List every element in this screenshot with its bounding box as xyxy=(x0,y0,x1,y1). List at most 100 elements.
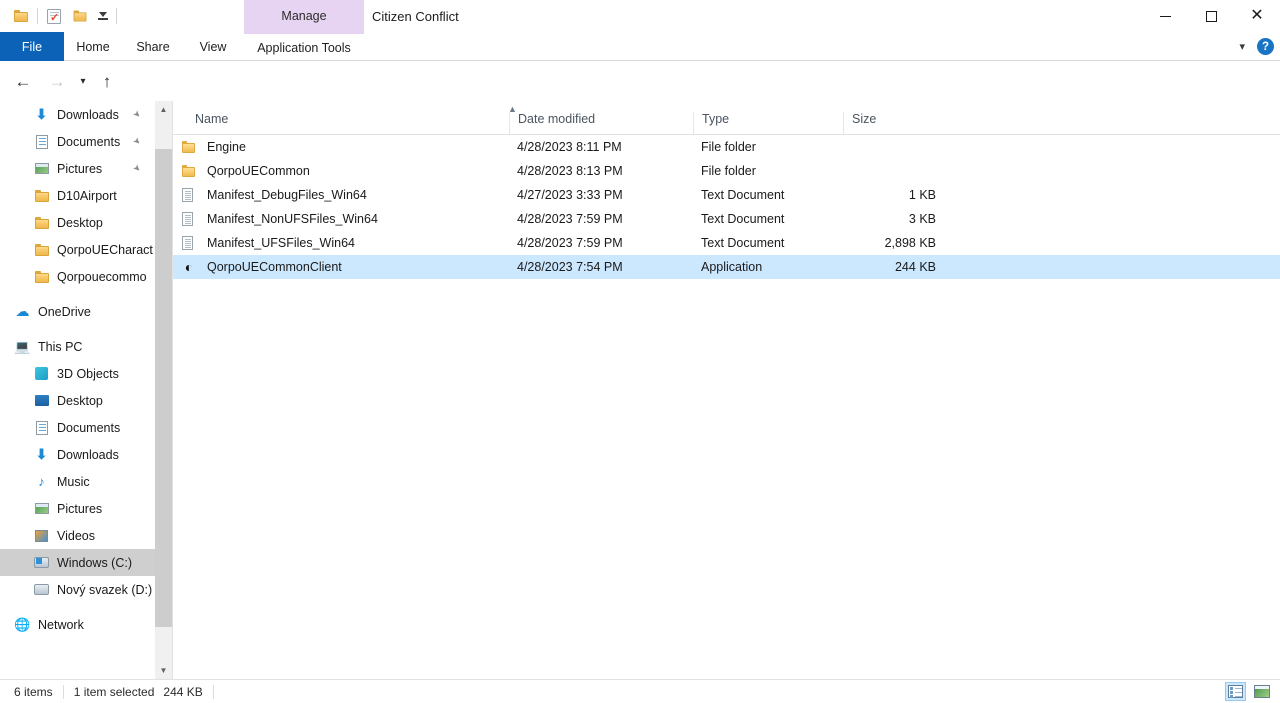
table-row[interactable]: Manifest_NonUFSFiles_Win64 4/28/2023 7:59… xyxy=(173,207,1280,231)
chevron-down-icon[interactable]: ▾ xyxy=(1233,40,1251,53)
maximize-button[interactable] xyxy=(1188,0,1234,32)
music-icon: ♪ xyxy=(38,474,45,489)
nav-group-spacer xyxy=(0,603,155,611)
sidebar-item-label: Network xyxy=(38,617,84,632)
close-button[interactable]: ✕ xyxy=(1234,0,1280,32)
customize-toolbar-dropdown-icon[interactable] xyxy=(93,3,113,29)
properties-icon[interactable]: ✓ xyxy=(41,3,67,29)
sidebar-item-downloads[interactable]: ⬇ Downloads ➤ xyxy=(0,101,155,128)
folder-icon xyxy=(182,165,200,177)
column-header-name[interactable]: Name xyxy=(173,112,509,134)
table-row[interactable]: Engine 4/28/2023 8:11 PM File folder xyxy=(173,135,1280,159)
sidebar-item-label: Music xyxy=(57,474,90,489)
folder-icon xyxy=(33,241,50,258)
cell-type: Text Document xyxy=(701,188,785,202)
videos-icon xyxy=(33,527,50,544)
scroll-up-icon[interactable]: ▲ xyxy=(155,101,172,118)
folder-icon xyxy=(33,187,50,204)
sidebar-item-videos[interactable]: Videos xyxy=(0,522,155,549)
file-name-label: QorpoUECommonClient xyxy=(207,260,342,274)
sidebar-item-pictures[interactable]: Pictures xyxy=(0,495,155,522)
sidebar-item-music[interactable]: ♪ Music xyxy=(0,468,155,495)
cell-type: Text Document xyxy=(701,236,785,250)
desktop-icon xyxy=(33,392,50,409)
cell-date-modified: 4/28/2023 8:13 PM xyxy=(517,164,623,178)
tab-home[interactable]: Home xyxy=(64,32,122,61)
tab-application-tools[interactable]: Application Tools xyxy=(244,32,364,61)
sidebar-item-qorpouecharact[interactable]: QorpoUECharact xyxy=(0,236,155,263)
sidebar-item-windows-c[interactable]: Windows (C:) xyxy=(0,549,155,576)
recent-locations-button[interactable]: ▾ xyxy=(72,67,94,96)
navigation-pane[interactable]: ⬇ Downloads ➤ Documents ➤ Pictures ➤ D10Airport… xyxy=(0,101,155,679)
minimize-button[interactable] xyxy=(1142,0,1188,32)
up-button[interactable]: ↑ xyxy=(92,67,122,96)
pin-icon[interactable]: ➤ xyxy=(131,162,143,175)
documents-icon xyxy=(33,419,50,436)
details-view-button[interactable] xyxy=(1225,682,1246,701)
cell-name: Manifest_NonUFSFiles_Win64 xyxy=(173,212,509,226)
sidebar-item-documents[interactable]: Documents ➤ xyxy=(0,128,155,155)
tab-file[interactable]: File xyxy=(0,32,64,61)
tab-view[interactable]: View xyxy=(184,32,242,61)
sidebar-item-label: Pictures xyxy=(57,161,103,176)
maximize-icon xyxy=(1205,10,1217,22)
table-row[interactable]: Manifest_UFSFiles_Win64 4/28/2023 7:59 PM… xyxy=(173,231,1280,255)
table-row[interactable]: QorpoUECommon 4/28/2023 8:13 PM File folde… xyxy=(173,159,1280,183)
toolbar-divider-2 xyxy=(116,8,117,24)
column-header-type[interactable]: Type xyxy=(693,112,843,134)
this-pc-icon: 💻 xyxy=(14,338,31,354)
file-list-pane: Name Date modified Type Size ▲ Engine 4/2… xyxy=(173,101,1280,679)
column-header-size[interactable]: Size xyxy=(843,112,942,134)
sidebar-item-nov-svazek-d[interactable]: Nový svazek (D:) xyxy=(0,576,155,603)
address-bar: ← → ▾ ↑ › This PC › Windows (C:) › cc › … xyxy=(0,62,1280,157)
sidebar-item-label: Pictures xyxy=(57,501,103,516)
sidebar-item-downloads[interactable]: ⬇ Downloads xyxy=(0,441,155,468)
file-explorer-window: ✓ Manage Citizen Conflict ✕ File Home Sh… xyxy=(0,0,1280,703)
help-icon[interactable]: ? xyxy=(1257,38,1274,55)
large-icons-view-button[interactable] xyxy=(1251,682,1272,701)
scroll-down-icon[interactable]: ▼ xyxy=(155,662,172,679)
status-divider-2 xyxy=(212,684,214,699)
network-icon: 🌐 xyxy=(14,616,31,632)
scrollbar-thumb[interactable] xyxy=(155,149,172,627)
sidebar-item-label: QorpoUECharact xyxy=(57,242,153,257)
sidebar-item-qorpouecommo[interactable]: Qorpouecommo xyxy=(0,263,155,290)
sidebar-item-label: Windows (C:) xyxy=(57,555,133,570)
sidebar-item-label: Documents xyxy=(57,420,121,435)
sidebar-item-d10airport[interactable]: D10Airport xyxy=(0,182,155,209)
cell-date-modified: 4/28/2023 7:59 PM xyxy=(517,236,623,250)
cell-name: Manifest_UFSFiles_Win64 xyxy=(173,236,509,250)
sidebar-item-label: Downloads xyxy=(57,107,119,122)
cell-size: 1 KB xyxy=(908,188,936,202)
sidebar-item-onedrive[interactable]: ☁ OneDrive xyxy=(0,298,155,325)
explorer-folder-icon[interactable] xyxy=(8,3,34,29)
folder-icon xyxy=(33,268,50,285)
downloads-icon: ⬇ xyxy=(35,446,48,462)
minimize-icon xyxy=(1159,15,1171,17)
sidebar-item-pictures[interactable]: Pictures ➤ xyxy=(0,155,155,182)
navigation-pane-scrollbar[interactable]: ▲ ▼ xyxy=(155,101,172,679)
back-button[interactable]: ← xyxy=(8,67,38,96)
pin-icon[interactable]: ➤ xyxy=(131,135,143,148)
text-file-icon xyxy=(182,212,200,226)
sidebar-item-label: This PC xyxy=(38,339,83,354)
sidebar-item-network[interactable]: 🌐 Network xyxy=(0,611,155,638)
new-folder-icon[interactable] xyxy=(67,3,93,29)
quick-access-toolbar: ✓ xyxy=(8,0,120,32)
table-row[interactable]: Manifest_DebugFiles_Win64 4/27/2023 3:33 … xyxy=(173,183,1280,207)
tab-share[interactable]: Share xyxy=(122,32,184,61)
column-header-date-modified[interactable]: Date modified xyxy=(509,112,693,134)
pin-icon[interactable]: ➤ xyxy=(131,108,143,121)
status-selection-count: 1 item selected xyxy=(73,684,155,699)
sidebar-item-3d-objects[interactable]: 3D Objects xyxy=(0,360,155,387)
forward-button[interactable]: → xyxy=(42,67,72,96)
close-icon: ✕ xyxy=(1250,7,1264,24)
sidebar-item-desktop[interactable]: Desktop xyxy=(0,209,155,236)
table-row[interactable]: ◐ QorpoUECommonClient 4/28/2023 7:54 PM App… xyxy=(173,255,1280,279)
sidebar-item-desktop[interactable]: Desktop xyxy=(0,387,155,414)
file-name-label: QorpoUECommon xyxy=(207,164,310,178)
cell-type: Text Document xyxy=(701,212,785,226)
window-title: Citizen Conflict xyxy=(372,8,459,24)
sidebar-item-documents[interactable]: Documents xyxy=(0,414,155,441)
sidebar-item-this-pc[interactable]: 💻 This PC xyxy=(0,333,155,360)
